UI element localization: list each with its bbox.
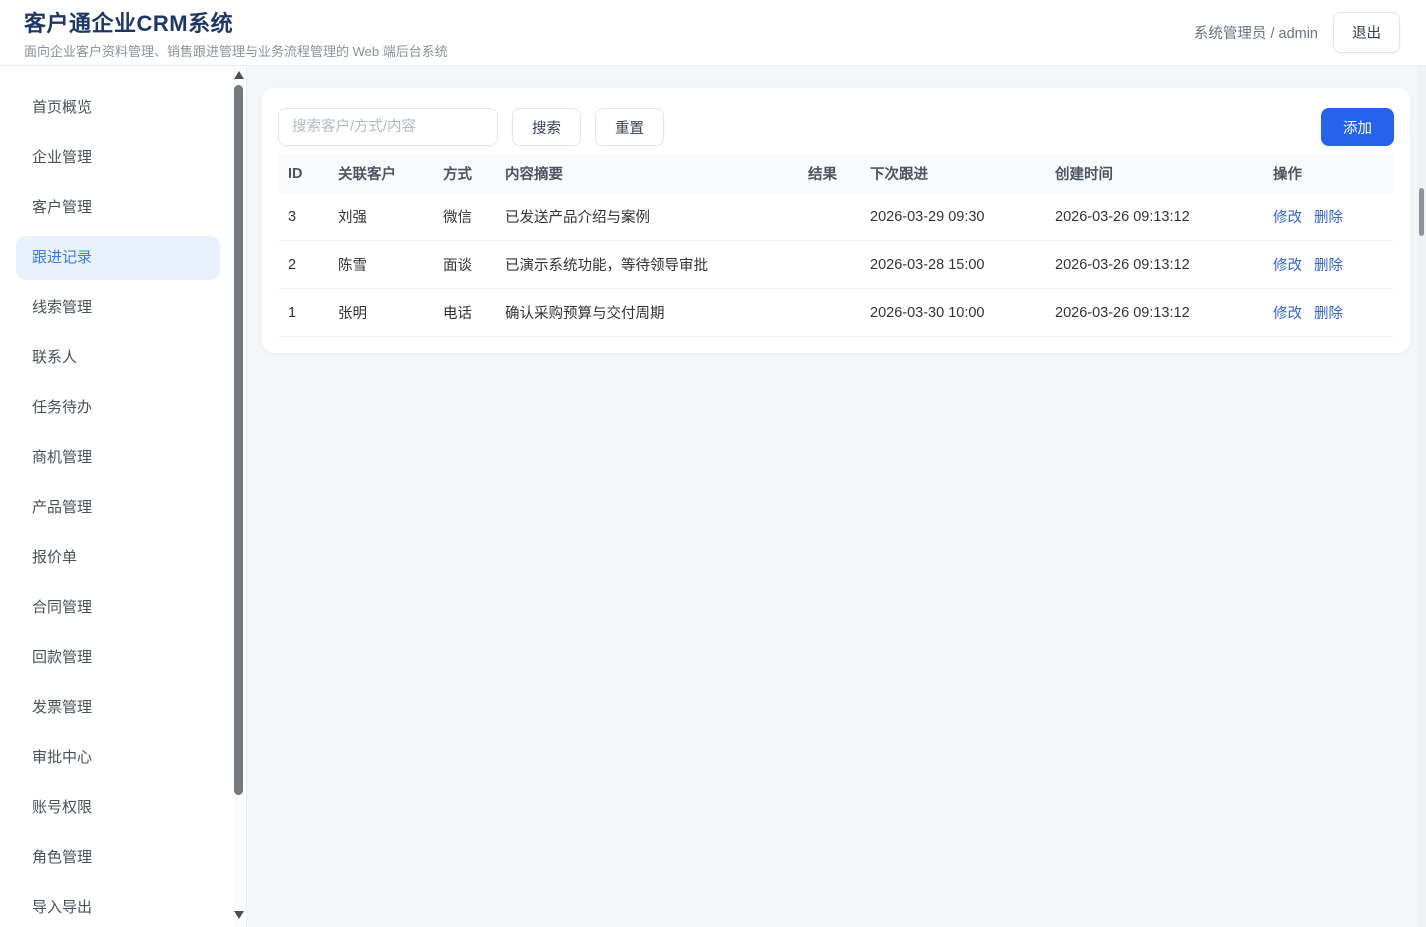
cell-method: 电话 [433,289,495,337]
cell-next_follow: 2026-03-30 10:00 [860,289,1045,337]
header-user-area: 系统管理员 / admin 退出 [1194,12,1400,53]
cell-created: 2026-03-26 09:13:12 [1045,241,1263,289]
sidebar-menu: 首页概览企业管理客户管理跟进记录线索管理联系人任务待办商机管理产品管理报价单合同… [0,66,246,927]
main-layout: 首页概览企业管理客户管理跟进记录线索管理联系人任务待办商机管理产品管理报价单合同… [0,66,1426,927]
sidebar-item-follow-up-records[interactable]: 跟进记录 [16,236,220,280]
app-header: 客户通企业CRM系统 面向企业客户资料管理、销售跟进管理与业务流程管理的 Web… [0,0,1426,66]
sidebar-item-enterprise-mgmt[interactable]: 企业管理 [16,136,220,180]
table-toolbar: 搜索 重置 添加 [278,108,1394,146]
delete-link[interactable]: 删除 [1314,258,1343,274]
scroll-up-icon[interactable] [234,71,244,79]
column-header: 创建时间 [1045,154,1263,193]
table-body: 3刘强微信已发送产品介绍与案例 2026-03-29 09:302026-03-2… [278,193,1394,337]
brand-block: 客户通企业CRM系统 面向企业客户资料管理、销售跟进管理与业务流程管理的 Web… [24,6,448,60]
cell-actions: 修改删除 [1263,289,1394,337]
cell-summary: 已演示系统功能，等待领导审批 [495,241,798,289]
table-header: ID关联客户方式内容摘要结果下次跟进创建时间操作 [278,154,1394,193]
cell-next_follow: 2026-03-29 09:30 [860,193,1045,241]
sidebar-item-import-export[interactable]: 导入导出 [16,886,220,927]
search-button[interactable]: 搜索 [512,108,581,146]
delete-link[interactable]: 删除 [1314,210,1343,226]
cell-created: 2026-03-26 09:13:12 [1045,193,1263,241]
app-title: 客户通企业CRM系统 [24,6,448,38]
cell-summary: 已发送产品介绍与案例 [495,193,798,241]
table-row: 2陈雪面谈已演示系统功能，等待领导审批 2026-03-28 15:002026-… [278,241,1394,289]
sidebar-item-approval-center[interactable]: 审批中心 [16,736,220,780]
cell-id: 3 [278,193,328,241]
cell-created: 2026-03-26 09:13:12 [1045,289,1263,337]
column-header: 结果 [798,154,860,193]
column-header: ID [278,154,328,193]
sidebar-item-contacts[interactable]: 联系人 [16,336,220,380]
table-row: 1张明电话确认采购预算与交付周期 2026-03-30 10:002026-03-… [278,289,1394,337]
sidebar-item-quotations[interactable]: 报价单 [16,536,220,580]
column-header: 下次跟进 [860,154,1045,193]
sidebar-item-leads-mgmt[interactable]: 线索管理 [16,286,220,330]
search-input[interactable] [278,108,498,146]
sidebar-item-opportunity-mgmt[interactable]: 商机管理 [16,436,220,480]
sidebar-item-payment-mgmt[interactable]: 回款管理 [16,636,220,680]
page-scrollbar-thumb[interactable] [1419,188,1424,236]
add-button[interactable]: 添加 [1321,108,1394,146]
column-header: 关联客户 [328,154,433,193]
sidebar-item-account-permissions[interactable]: 账号权限 [16,786,220,830]
cell-next_follow: 2026-03-28 15:00 [860,241,1045,289]
follow-up-table: ID关联客户方式内容摘要结果下次跟进创建时间操作 3刘强微信已发送产品介绍与案例… [278,154,1394,337]
cell-customer: 陈雪 [328,241,433,289]
column-header: 操作 [1263,154,1394,193]
sidebar-item-tasks-todo[interactable]: 任务待办 [16,386,220,430]
column-header: 方式 [433,154,495,193]
cell-customer: 张明 [328,289,433,337]
sidebar-scrollbar[interactable] [233,66,244,927]
delete-link[interactable]: 删除 [1314,306,1343,322]
sidebar-item-contract-mgmt[interactable]: 合同管理 [16,586,220,630]
edit-link[interactable]: 修改 [1273,210,1302,226]
sidebar-item-role-mgmt[interactable]: 角色管理 [16,836,220,880]
logout-button[interactable]: 退出 [1333,12,1400,53]
edit-link[interactable]: 修改 [1273,306,1302,322]
sidebar-scrollbar-thumb[interactable] [234,85,243,795]
cell-actions: 修改删除 [1263,193,1394,241]
cell-customer: 刘强 [328,193,433,241]
sidebar: 首页概览企业管理客户管理跟进记录线索管理联系人任务待办商机管理产品管理报价单合同… [0,66,247,927]
cell-result [798,193,860,241]
cell-result [798,289,860,337]
follow-up-records-card: 搜索 重置 添加 ID关联客户方式内容摘要结果下次跟进创建时间操作 3刘强微信已… [262,88,1410,353]
main-content: 搜索 重置 添加 ID关联客户方式内容摘要结果下次跟进创建时间操作 3刘强微信已… [247,66,1426,927]
user-info: 系统管理员 / admin [1194,22,1318,43]
cell-result [798,241,860,289]
cell-actions: 修改删除 [1263,241,1394,289]
sidebar-item-customer-mgmt[interactable]: 客户管理 [16,186,220,230]
cell-method: 微信 [433,193,495,241]
sidebar-item-home-overview[interactable]: 首页概览 [16,86,220,130]
cell-method: 面谈 [433,241,495,289]
reset-button[interactable]: 重置 [595,108,664,146]
app-subtitle: 面向企业客户资料管理、销售跟进管理与业务流程管理的 Web 端后台系统 [24,41,448,60]
scroll-down-icon[interactable] [234,911,244,919]
cell-id: 1 [278,289,328,337]
page-scrollbar[interactable] [1417,66,1426,927]
column-header: 内容摘要 [495,154,798,193]
sidebar-item-invoice-mgmt[interactable]: 发票管理 [16,686,220,730]
edit-link[interactable]: 修改 [1273,258,1302,274]
sidebar-item-product-mgmt[interactable]: 产品管理 [16,486,220,530]
cell-id: 2 [278,241,328,289]
cell-summary: 确认采购预算与交付周期 [495,289,798,337]
table-row: 3刘强微信已发送产品介绍与案例 2026-03-29 09:302026-03-2… [278,193,1394,241]
